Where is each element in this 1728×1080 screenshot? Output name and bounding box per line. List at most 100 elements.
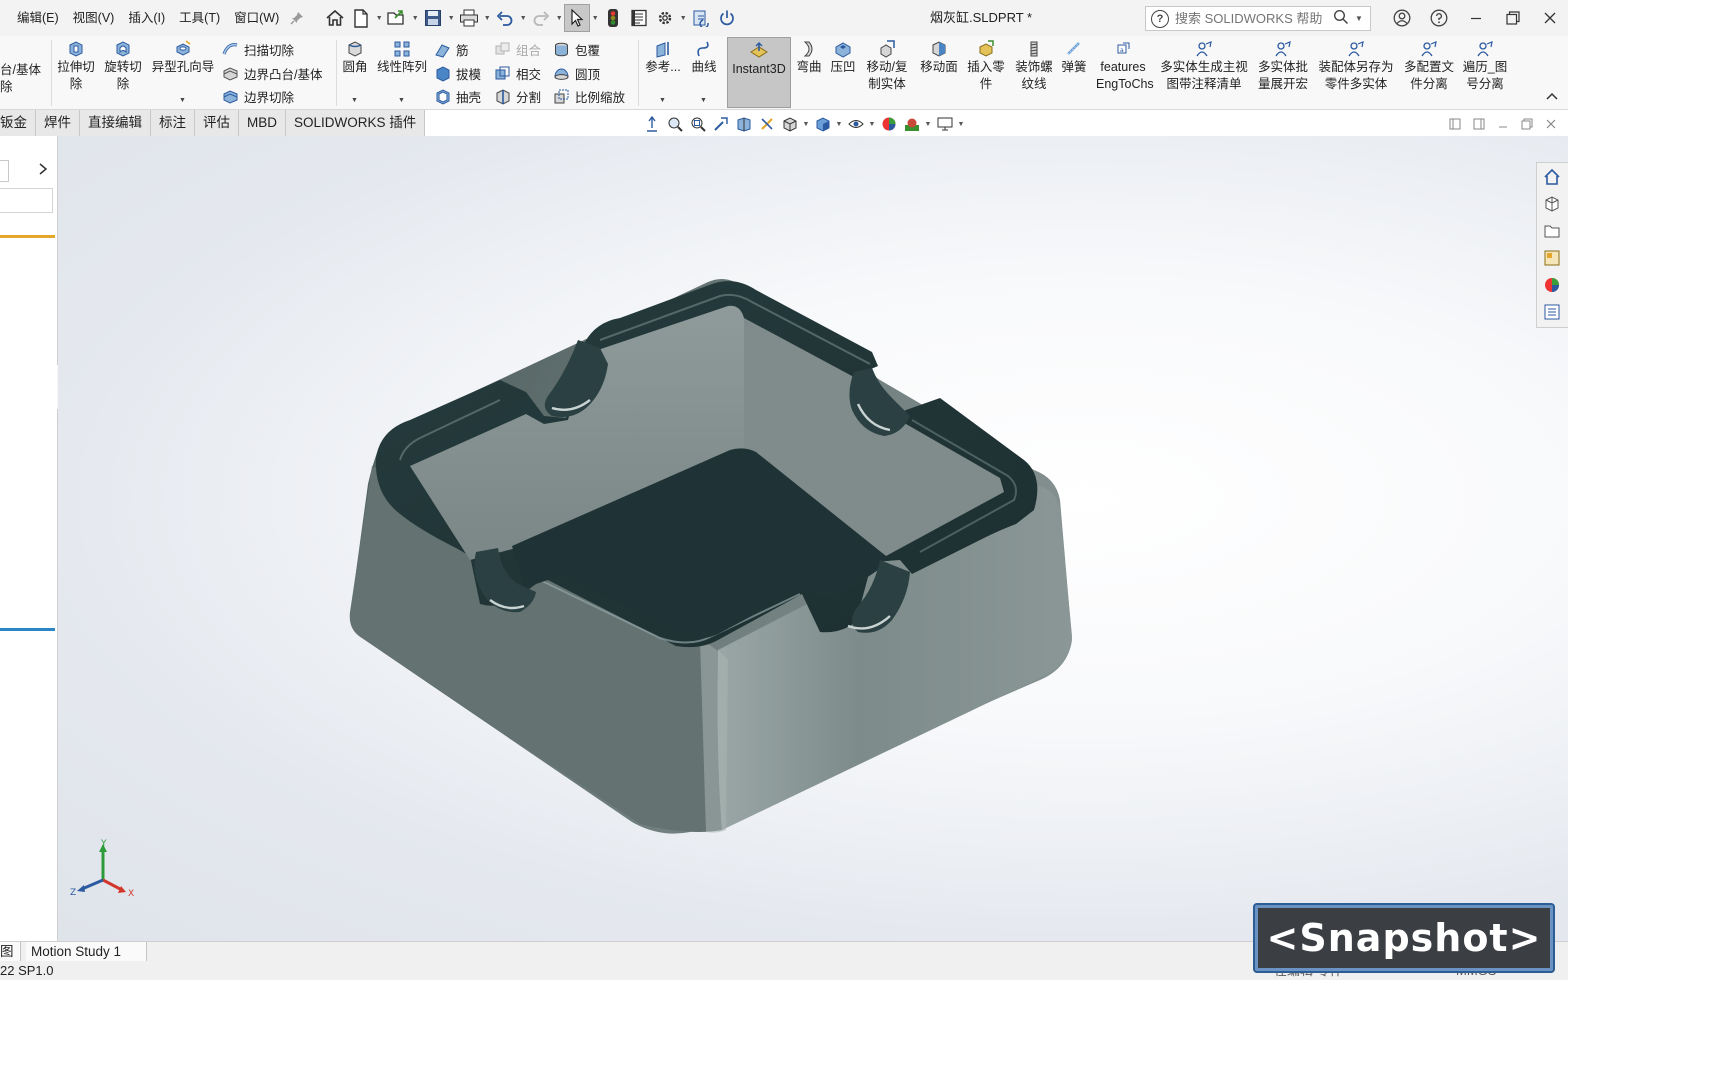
apply-scene-dropdown-icon[interactable]: ▼ <box>923 121 933 128</box>
tile-left-icon[interactable] <box>1443 115 1467 133</box>
dynamic-annotation-icon[interactable] <box>755 114 778 134</box>
intersect-button[interactable]: 相交 <box>494 64 541 83</box>
pin-icon[interactable] <box>290 11 304 25</box>
display-style-icon[interactable] <box>811 114 834 134</box>
curves-dropdown-icon[interactable]: ▼ <box>700 92 707 109</box>
design-library-icon[interactable] <box>1537 190 1567 217</box>
options-icon[interactable] <box>652 4 678 32</box>
draft-button[interactable]: 拔模 <box>434 64 481 83</box>
appearances-icon[interactable] <box>1537 271 1567 298</box>
help-search-input[interactable] <box>1175 11 1325 26</box>
previous-view-icon[interactable] <box>640 114 663 134</box>
move-copy-body-button[interactable]: 移动/复 制实体 <box>864 36 910 93</box>
file-explorer-icon[interactable] <box>1537 217 1567 244</box>
open-dropdown-icon[interactable]: ▼ <box>410 4 420 32</box>
reference-geometry-button[interactable]: 参考... ▼ <box>643 36 683 104</box>
file-properties-icon[interactable] <box>626 4 652 32</box>
instant3d-button[interactable]: Instant3D <box>727 37 791 108</box>
view-settings-dropdown-icon[interactable]: ▼ <box>956 121 966 128</box>
viewport-minimize-icon[interactable] <box>1491 115 1515 133</box>
indent-button[interactable]: 压凹 <box>828 36 858 76</box>
home-icon[interactable] <box>322 4 348 32</box>
new-file-dropdown-icon[interactable]: ▼ <box>374 4 384 32</box>
tab-markup[interactable]: 标注 <box>151 110 195 136</box>
undo-dropdown-icon[interactable]: ▼ <box>518 4 528 32</box>
solidworks-resources-icon[interactable] <box>1537 163 1567 190</box>
tab-mbd[interactable]: MBD <box>239 110 286 136</box>
apply-scene-icon[interactable] <box>900 114 923 134</box>
filter-box[interactable] <box>0 188 53 213</box>
menu-insert[interactable]: 插入(I) <box>121 0 172 36</box>
linear-pattern-button[interactable]: 线性阵列 ▼ <box>375 36 429 104</box>
multi-config-split-button[interactable]: 多配置文 件分离 <box>1401 36 1457 93</box>
boundary-boss-button[interactable]: 边界凸台/基体 <box>222 64 322 83</box>
user-account-icon[interactable] <box>1383 0 1420 36</box>
options-dropdown-icon[interactable]: ▼ <box>678 4 688 32</box>
boss-base-partial[interactable]: 台/基体 除 <box>0 62 41 96</box>
reference-dropdown-icon[interactable]: ▼ <box>659 92 666 109</box>
viewport-close-icon[interactable] <box>1539 115 1563 133</box>
traffic-light-icon[interactable] <box>600 4 626 32</box>
undo-icon[interactable] <box>492 4 518 32</box>
save-dropdown-icon[interactable]: ▼ <box>446 4 456 32</box>
view-settings-icon[interactable] <box>933 114 956 134</box>
power-icon[interactable] <box>714 4 740 32</box>
hole-wizard-button[interactable]: 异型孔向导 ▼ <box>151 36 215 104</box>
flex-button[interactable]: 弯曲 <box>794 36 824 76</box>
tab-motion-study-1[interactable]: Motion Study 1 <box>26 942 147 962</box>
tab-model[interactable]: 图 <box>0 942 21 962</box>
tab-evaluate[interactable]: 评估 <box>195 110 239 136</box>
fillet-dropdown-icon[interactable]: ▼ <box>351 92 358 109</box>
new-file-icon[interactable] <box>348 4 374 32</box>
open-icon[interactable] <box>384 4 410 32</box>
minimize-icon[interactable] <box>1457 0 1494 36</box>
select-icon[interactable] <box>564 4 591 32</box>
multibody-drawing-macro-button[interactable]: 多实体生成主视 图带注释清单 <box>1156 36 1252 93</box>
edit-appearance-icon[interactable] <box>877 114 900 134</box>
previous-view-arrow-icon[interactable] <box>709 114 732 134</box>
view-palette-icon[interactable] <box>1537 244 1567 271</box>
batch-flatten-macro-button[interactable]: 多实体批 量展开宏 <box>1255 36 1311 93</box>
features-engtochs-button[interactable]: a features EngToChs <box>1096 36 1154 93</box>
extrude-cut-button[interactable]: 拉伸切 除 <box>56 36 96 93</box>
tab-weldments[interactable]: 焊件 <box>36 110 80 136</box>
panel-tab-box[interactable] <box>0 160 9 182</box>
rebuild-icon[interactable] <box>688 4 714 32</box>
tab-solidworks-addins[interactable]: SOLIDWORKS 插件 <box>286 110 426 136</box>
search-icon[interactable] <box>1333 9 1349 28</box>
tile-right-icon[interactable] <box>1467 115 1491 133</box>
save-icon[interactable] <box>420 4 446 32</box>
hide-show-dropdown-icon[interactable]: ▼ <box>867 121 877 128</box>
rib-button[interactable]: 筋 <box>434 40 469 59</box>
linear-pattern-dropdown-icon[interactable]: ▼ <box>398 92 405 109</box>
chevron-right-icon[interactable] <box>38 162 48 178</box>
view-orientation-icon[interactable] <box>778 114 801 134</box>
viewport-restore-icon[interactable] <box>1515 115 1539 133</box>
curves-button[interactable]: 曲线 ▼ <box>688 36 720 104</box>
fillet-button[interactable]: 圆角 ▼ <box>341 36 369 104</box>
tab-direct-editing[interactable]: 直接编辑 <box>80 110 151 136</box>
dome-button[interactable]: 圆顶 <box>553 64 600 83</box>
move-face-button[interactable]: 移动面 <box>918 36 960 76</box>
insert-part-button[interactable]: 插入零 件 <box>965 36 1007 93</box>
graphics-viewport[interactable] <box>58 136 1568 941</box>
hide-show-items-icon[interactable] <box>844 114 867 134</box>
menu-window[interactable]: 窗口(W) <box>227 0 286 36</box>
menu-view[interactable]: 视图(V) <box>66 0 122 36</box>
display-style-dropdown-icon[interactable]: ▼ <box>834 121 844 128</box>
help-search-box[interactable]: ? ▼ <box>1145 6 1371 31</box>
cosmetic-thread-button[interactable]: 装饰螺 纹线 <box>1012 36 1056 93</box>
restore-icon[interactable] <box>1494 0 1531 36</box>
wrap-button[interactable]: 包覆 <box>553 40 600 59</box>
collapse-ribbon-icon[interactable] <box>1546 90 1558 104</box>
search-dropdown-icon[interactable]: ▼ <box>1355 14 1363 23</box>
spring-button[interactable]: 弹簧 <box>1059 36 1089 76</box>
assembly-save-as-part-button[interactable]: 装配体另存为 零件多实体 <box>1316 36 1396 93</box>
print-dropdown-icon[interactable]: ▼ <box>482 4 492 32</box>
split-button[interactable]: 分割 <box>494 87 541 106</box>
zoom-to-fit-icon[interactable] <box>663 114 686 134</box>
custom-properties-icon[interactable] <box>1537 298 1567 325</box>
view-orientation-dropdown-icon[interactable]: ▼ <box>801 121 811 128</box>
help-icon[interactable] <box>1420 0 1457 36</box>
boundary-cut-button[interactable]: 边界切除 <box>222 87 294 106</box>
